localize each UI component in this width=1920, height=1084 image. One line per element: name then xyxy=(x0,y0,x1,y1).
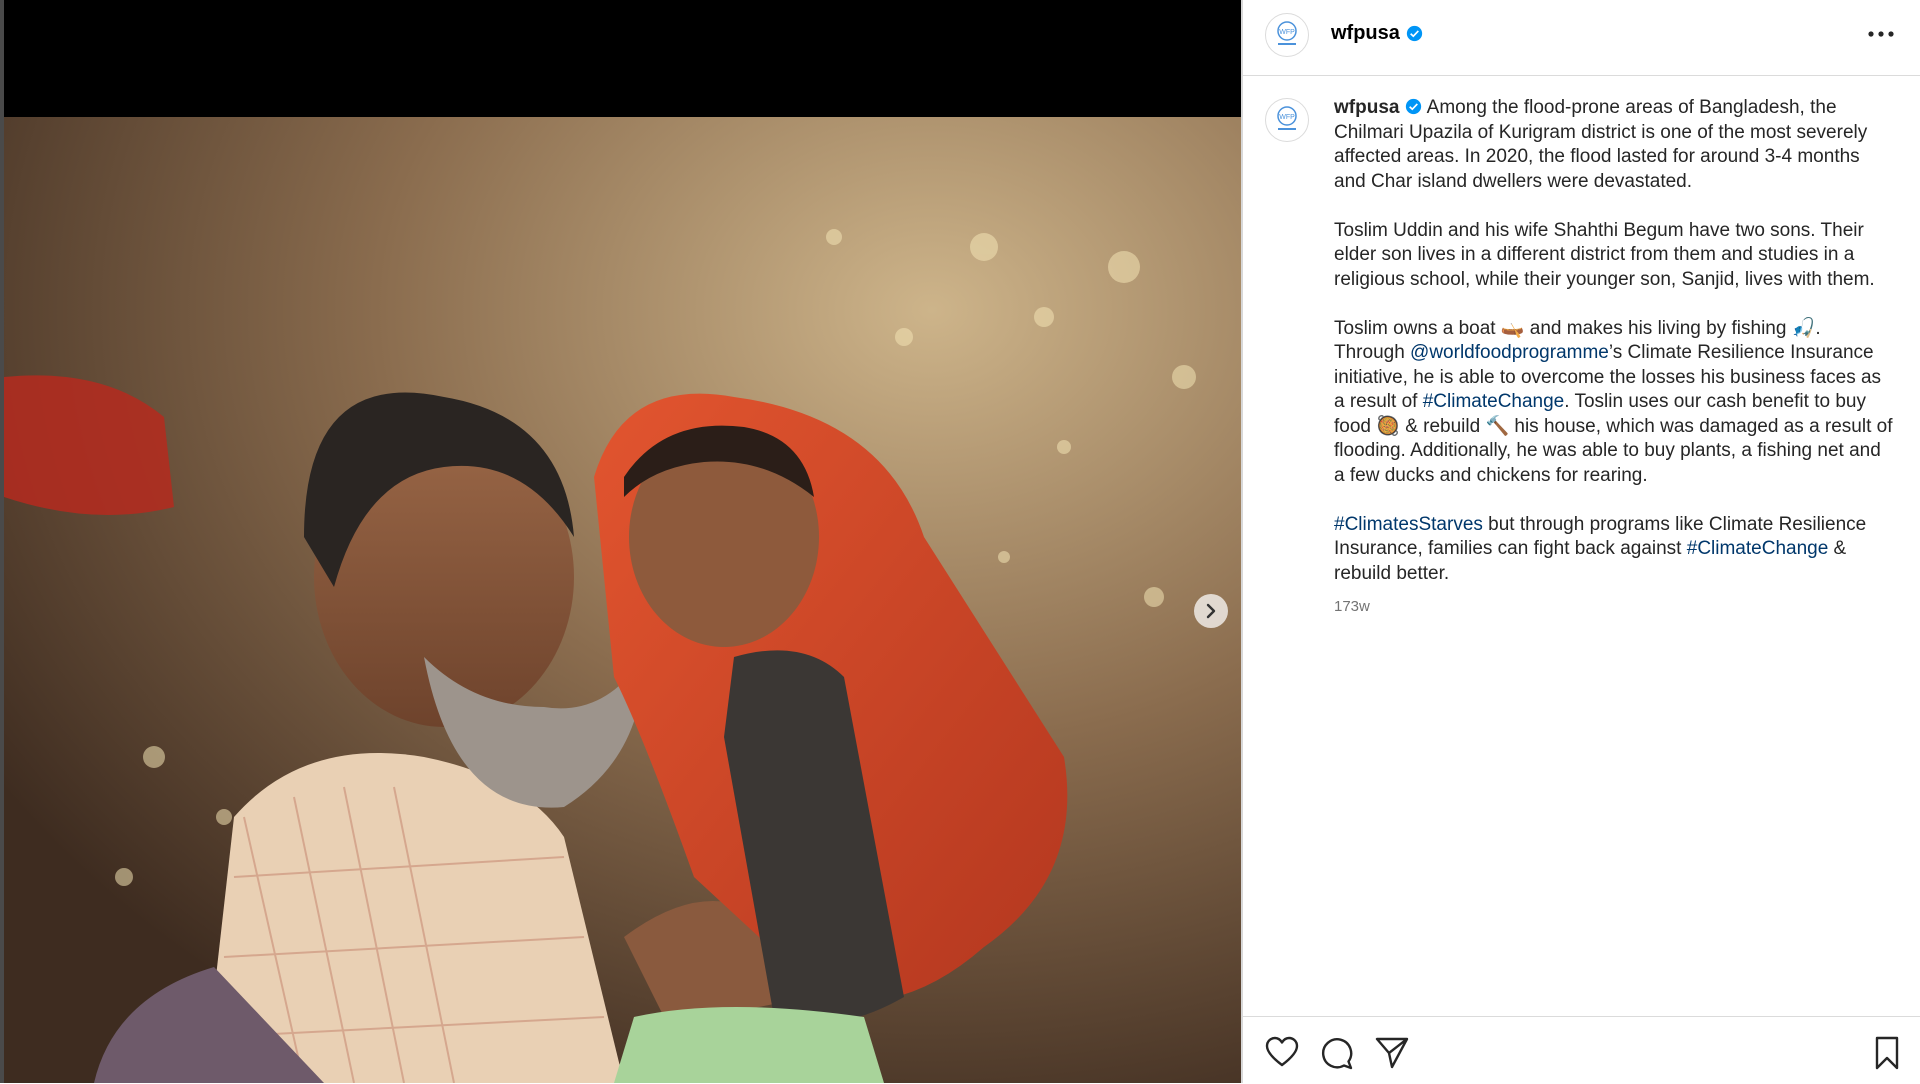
post-header: WFP wfpusa xyxy=(1243,0,1920,76)
caption-paragraph: wfpusa Among the flood-prone areas of Ba… xyxy=(1334,96,1894,194)
heart-icon xyxy=(1265,1036,1299,1067)
caption-paragraph: Toslim Uddin and his wife Shahthi Begum … xyxy=(1334,219,1875,290)
save-button[interactable] xyxy=(1870,1036,1904,1070)
next-image-button[interactable] xyxy=(1194,594,1228,628)
avatar[interactable]: WFP xyxy=(1265,13,1309,57)
post-media xyxy=(0,0,1241,1083)
caption-username[interactable]: wfpusa xyxy=(1334,97,1399,118)
caption-paragraph: #ClimatesStarves but through programs li… xyxy=(1334,513,1894,587)
wfp-logo-icon: WFP xyxy=(1277,21,1297,45)
verified-badge-icon xyxy=(1406,98,1422,115)
hashtag-link[interactable]: #ClimateChange xyxy=(1687,538,1829,559)
more-options-icon xyxy=(1868,31,1894,37)
comment-icon xyxy=(1322,1038,1353,1070)
share-button[interactable] xyxy=(1375,1036,1409,1070)
caption-avatar[interactable]: WFP xyxy=(1265,98,1309,142)
bookmark-icon xyxy=(1875,1036,1899,1070)
mention-link[interactable]: @worldfoodprogramme xyxy=(1410,342,1609,363)
action-bar xyxy=(1243,1016,1920,1084)
comment-button[interactable] xyxy=(1320,1036,1354,1070)
verified-badge-icon xyxy=(1406,25,1423,42)
svg-text:WFP: WFP xyxy=(1279,114,1295,121)
hashtag-link[interactable]: #ClimateChange xyxy=(1423,391,1565,412)
chevron-right-icon xyxy=(1206,603,1216,619)
post-details-panel: WFP wfpusa WFP wfpusa Among the flood-pr… xyxy=(1243,0,1920,1083)
like-button[interactable] xyxy=(1265,1036,1299,1070)
username[interactable]: wfpusa xyxy=(1331,22,1400,45)
hashtag-link[interactable]: #ClimatesStarves xyxy=(1334,514,1483,535)
post-photo xyxy=(4,117,1241,1083)
share-icon xyxy=(1375,1037,1409,1069)
post-caption: wfpusa Among the flood-prone areas of Ba… xyxy=(1334,96,1894,619)
wfp-logo-icon: WFP xyxy=(1277,106,1297,130)
caption-paragraph: Toslim owns a boat 🛶 and makes his livin… xyxy=(1334,317,1894,489)
post-timestamp[interactable]: 173w xyxy=(1334,595,1894,620)
svg-text:WFP: WFP xyxy=(1279,29,1295,36)
more-options-button[interactable] xyxy=(1863,22,1899,46)
